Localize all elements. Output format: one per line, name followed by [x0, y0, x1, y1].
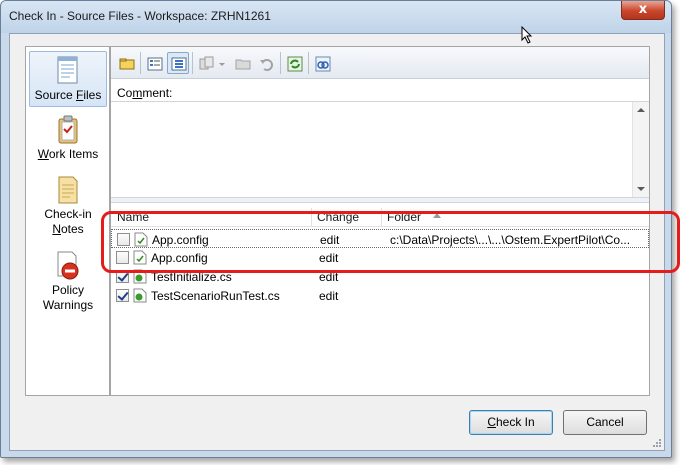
scroll-down-icon[interactable] — [637, 187, 645, 191]
file-row[interactable]: App.config edit c:\Data\Projects\...\...… — [111, 229, 649, 248]
tree-view-icon — [171, 57, 187, 71]
file-name: App.config — [152, 233, 209, 247]
window-title: Check In - Source Files - Workspace: ZRH… — [9, 9, 271, 23]
dialog-client-area: Source Files Work Items Check-in Notes P… — [9, 33, 665, 451]
refresh-button[interactable] — [283, 52, 305, 74]
toolbar-separator — [280, 52, 281, 74]
file-row[interactable]: App.config edit — [111, 248, 649, 267]
compare-icon — [199, 56, 214, 70]
column-header-folder[interactable]: Folder — [387, 210, 421, 224]
check-in-button[interactable]: Check In — [469, 410, 553, 435]
comment-label-part: Co — [117, 86, 133, 100]
comment-label-part: ment: — [142, 86, 173, 100]
check-in-accel: C — [487, 415, 496, 429]
file-folder: c:\Data\Projects\...\...\Ostem.ExpertPil… — [390, 233, 631, 247]
file-list-header: Name Change Folder — [111, 207, 649, 227]
folder-icon — [235, 59, 251, 70]
sidebar-item-source-files[interactable]: Source Files — [29, 51, 107, 107]
comment-textarea[interactable] — [111, 101, 649, 197]
source-files-panel: Comment: Name Change Folder App.config e… — [110, 46, 650, 396]
source-files-icon — [57, 56, 78, 84]
sidebar-item-policy-warnings[interactable]: Policy Warnings — [29, 247, 107, 317]
splitter-handle[interactable] — [111, 197, 649, 203]
column-header-name[interactable]: Name — [117, 210, 149, 224]
scroll-up-icon[interactable] — [637, 108, 645, 112]
tree-view-button[interactable] — [167, 52, 189, 74]
sidebar-item-check-in-notes[interactable]: Check-in Notes — [29, 171, 107, 239]
sidebar-item-work-items[interactable]: Work Items — [29, 111, 107, 163]
file-row[interactable]: TestScenarioRunTest.cs edit — [111, 286, 649, 305]
file-checkbox[interactable] — [116, 270, 129, 283]
resize-grip-icon[interactable] — [652, 438, 662, 448]
title-bar[interactable]: Check In - Source Files - Workspace: ZRH… — [1, 1, 671, 33]
sidebar-label-accel: N — [52, 222, 61, 236]
link-icon — [315, 56, 331, 72]
config-file-icon — [134, 232, 148, 247]
flat-view-button[interactable] — [143, 52, 165, 74]
check-in-notes-icon — [58, 176, 78, 204]
comment-label-accel: m — [132, 86, 143, 100]
undo-button[interactable] — [255, 52, 277, 74]
check-in-label: heck In — [495, 415, 535, 429]
sidebar-label-part: otes — [60, 222, 84, 236]
work-items-icon — [58, 115, 78, 144]
sidebar-label-part: ork Items — [48, 147, 99, 161]
sidebar-label-part: Source — [34, 88, 76, 102]
mouse-pointer-icon — [521, 26, 533, 44]
toolbar — [111, 47, 649, 79]
csharp-file-icon — [133, 269, 147, 284]
associate-link-button[interactable] — [311, 52, 333, 74]
policy-warnings-icon — [57, 251, 79, 280]
file-change: edit — [319, 289, 339, 303]
compare-dropdown-button[interactable] — [215, 52, 229, 74]
sort-ascending-icon — [433, 213, 441, 218]
sidebar-label-line1: Policy — [51, 283, 84, 297]
sidebar-label-line2: Warnings — [42, 298, 94, 312]
file-change: edit — [319, 270, 339, 284]
column-header-change[interactable]: Change — [317, 210, 359, 224]
undo-icon — [260, 59, 273, 71]
config-file-icon — [133, 250, 147, 265]
toolbar-separator — [192, 52, 193, 74]
chevron-down-icon — [219, 63, 225, 66]
flat-view-icon — [147, 57, 163, 71]
file-checkbox[interactable] — [116, 251, 129, 264]
shelve-button[interactable] — [115, 52, 137, 74]
csharp-file-icon — [133, 288, 147, 303]
comment-scrollbar[interactable] — [632, 102, 649, 197]
file-name: TestScenarioRunTest.cs — [151, 289, 280, 303]
column-divider[interactable] — [381, 208, 382, 226]
sidebar-label-accel: W — [37, 147, 49, 161]
check-in-dialog: Check In - Source Files - Workspace: ZRH… — [0, 0, 672, 458]
refresh-icon — [287, 56, 303, 72]
channel-sidebar: Source Files Work Items Check-in Notes P… — [25, 46, 110, 396]
open-folder-button[interactable] — [231, 52, 253, 74]
file-name: App.config — [151, 251, 208, 265]
toolbar-separator — [308, 52, 309, 74]
sidebar-label-part: iles — [83, 88, 102, 102]
cancel-button[interactable]: Cancel — [563, 410, 647, 435]
close-button[interactable]: x — [621, 1, 665, 20]
column-divider[interactable] — [311, 208, 312, 226]
file-change: edit — [320, 233, 340, 247]
file-row[interactable]: TestInitialize.cs edit — [111, 267, 649, 286]
file-checkbox[interactable] — [116, 289, 129, 302]
sidebar-label-line1: Check-in — [44, 207, 92, 221]
file-change: edit — [319, 251, 339, 265]
compare-button[interactable] — [195, 52, 217, 74]
comment-label: Comment: — [117, 86, 172, 100]
file-name: TestInitialize.cs — [151, 270, 232, 284]
toolbar-separator — [140, 52, 141, 74]
shelve-icon — [119, 58, 135, 70]
file-checkbox[interactable] — [117, 233, 130, 246]
